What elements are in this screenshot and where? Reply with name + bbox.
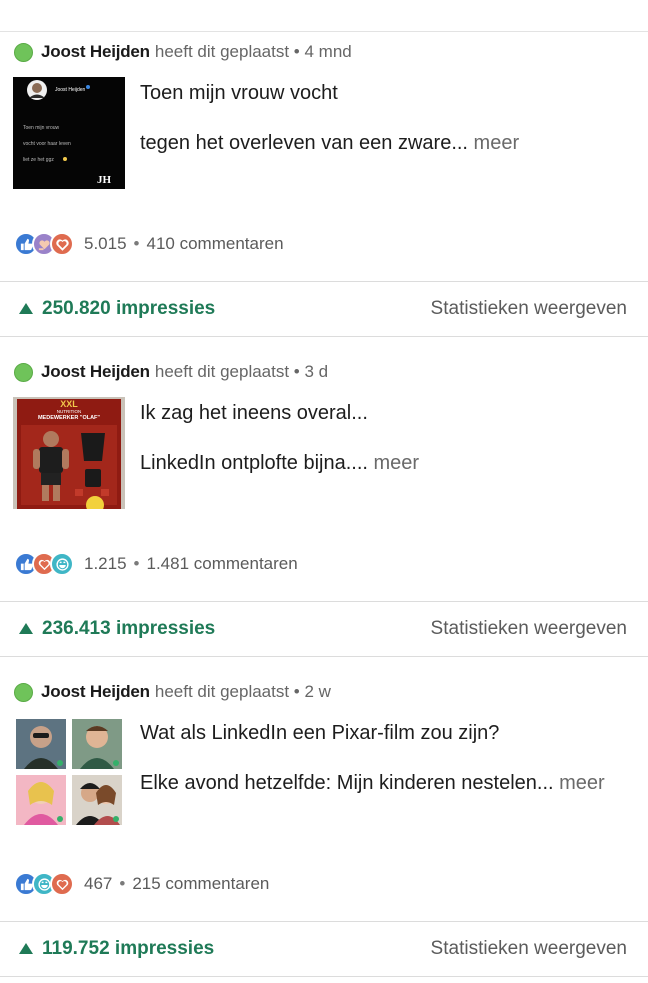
post-header: Joost Heijden heeft dit geplaatst • 4 mn… [14,40,352,64]
reaction-count: 467 [84,874,113,893]
post-card[interactable]: Joost Heijden heeft dit geplaatst • 3 d … [0,352,648,657]
more-link[interactable]: meer [554,772,605,794]
card-line: Toen mijn vrouw [23,125,60,131]
post-thumbnail[interactable]: Joost Heijden Toen mijn vrouw vocht voor… [13,77,125,189]
view-statistics-link[interactable]: Statistieken weergeven [431,938,627,960]
figure-caption: MEDEWERKER "OLAF" [38,415,100,421]
stats-bar: 250.820 impressies Statistieken weergeve… [0,282,648,336]
post-header: Joost Heijden heeft dit geplaatst • 3 d [14,360,328,384]
card-line: liet ze het ggz [23,157,54,163]
online-status-dot [14,362,33,382]
separator-dot: • [119,874,126,893]
author-name[interactable]: Joost Heijden [41,682,150,702]
action-figure-image: XXL NUTRITION MEDEWERKER "OLAF" [13,397,125,509]
stats-bar: 119.752 impressies Statistieken weergeve… [0,922,648,976]
post-text-preview[interactable]: LinkedIn ontplofte bijna.... meer [140,452,419,475]
divider [0,656,648,657]
post-text-snippet: Elke avond hetzelfde: Mijn kinderen nest… [140,772,554,794]
post-text-line: Toen mijn vrouw vocht [140,82,338,104]
impressions: 250.820 impressies [19,298,215,320]
post-thumbnail[interactable]: XXL NUTRITION MEDEWERKER "OLAF" [13,397,125,509]
post-card[interactable]: Joost Heijden heeft dit geplaatst • 4 mn… [0,32,648,337]
comment-count[interactable]: 215 commentaren [132,874,269,894]
more-link[interactable]: meer [468,132,520,154]
card-line: vocht voor haar leven [23,141,71,147]
pixar-grid-image [16,719,122,825]
author-name[interactable]: Joost Heijden [41,42,150,62]
figure-brand: XXL [60,399,78,409]
post-meta: heeft dit geplaatst • 3 d [154,362,329,381]
figure-sub: NUTRITION [57,409,82,414]
comment-count[interactable]: 410 commentaren [147,234,284,254]
post-meta: heeft dit geplaatst • 4 mnd [154,42,352,61]
impressions-count: 250.820 impressies [42,298,216,319]
trend-up-icon [19,622,33,634]
post-thumbnail[interactable] [16,719,122,825]
post-text-snippet: tegen het overleven van een zware... [140,132,468,154]
post-text-preview[interactable]: tegen het overleven van een zware... mee… [140,132,519,155]
reaction-count: 5.015 [84,234,127,253]
more-link[interactable]: meer [368,452,420,474]
comment-count[interactable]: 1.481 commentaren [147,554,298,574]
online-status-dot [14,42,33,62]
post-text-line: Ik zag het ineens overal... [140,402,368,424]
love-icon [50,872,74,896]
reaction-count: 1.215 [84,554,127,573]
author-name[interactable]: Joost Heijden [41,362,150,382]
reactions-row[interactable]: 5.015 • 410 commentaren [14,231,284,257]
love-icon [50,232,74,256]
view-statistics-link[interactable]: Statistieken weergeven [431,618,627,640]
post-text-line: Wat als LinkedIn een Pixar-film zou zijn… [140,722,500,744]
post-meta: heeft dit geplaatst • 2 w [154,682,331,701]
text-card-image: Joost Heijden Toen mijn vrouw vocht voor… [13,77,125,189]
impressions-count: 236.413 impressies [42,618,216,639]
view-statistics-link[interactable]: Statistieken weergeven [431,298,627,320]
divider [0,336,648,337]
divider [0,976,648,977]
reactions-row[interactable]: 1.215 • 1.481 commentaren [14,551,298,577]
post-text-preview[interactable]: Elke avond hetzelfde: Mijn kinderen nest… [140,772,605,795]
impressions-count: 119.752 impressies [42,938,215,959]
card-header-name: Joost Heijden [55,87,86,93]
impressions: 119.752 impressies [19,938,214,960]
separator-dot: • [133,234,140,253]
post-text-snippet: LinkedIn ontplofte bijna.... [140,452,368,474]
trend-up-icon [19,942,33,954]
stats-bar: 236.413 impressies Statistieken weergeve… [0,602,648,656]
top-spacer [0,0,648,32]
separator-dot: • [133,554,140,573]
post-card[interactable]: Joost Heijden heeft dit geplaatst • 2 w [0,672,648,977]
post-header: Joost Heijden heeft dit geplaatst • 2 w [14,680,331,704]
funny-icon [50,552,74,576]
reactions-row[interactable]: 467 • 215 commentaren [14,871,269,897]
card-initials: JH [97,174,112,186]
online-status-dot [14,682,33,702]
trend-up-icon [19,302,33,314]
impressions: 236.413 impressies [19,618,215,640]
